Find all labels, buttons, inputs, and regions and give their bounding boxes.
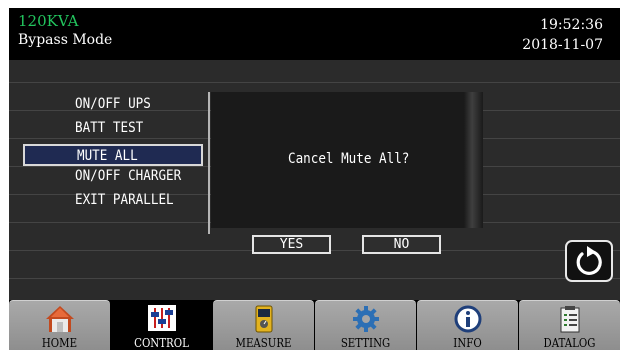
- menu-item-exit-parallel[interactable]: EXIT PARALLEL: [75, 192, 174, 208]
- tab-measure[interactable]: MEASURE: [213, 300, 314, 350]
- tab-setting-label: SETTING: [340, 336, 391, 350]
- menu-item-onoff-charger[interactable]: ON/OFF CHARGER: [75, 168, 181, 184]
- info-icon: [454, 305, 481, 333]
- yes-button[interactable]: YES: [252, 235, 331, 254]
- no-button[interactable]: NO: [362, 235, 441, 254]
- sliders-icon: [147, 305, 176, 331]
- control-panel: ON/OFF UPS BATT TEST MUTE ALL ON/OFF CHA…: [9, 60, 620, 300]
- model-label: 120KVA: [18, 12, 79, 30]
- menu-item-mute-all[interactable]: MUTE ALL: [23, 144, 203, 166]
- mode-label: Bypass Mode: [18, 32, 113, 48]
- tab-setting[interactable]: SETTING: [315, 300, 416, 350]
- refresh-back-icon: [576, 246, 602, 275]
- tab-measure-label: MEASURE: [235, 336, 292, 350]
- tab-control-label: CONTROL: [134, 336, 189, 350]
- clipboard-log-icon: [560, 306, 579, 333]
- grid-line: [9, 278, 620, 279]
- meter-icon: [255, 305, 272, 333]
- tab-info[interactable]: INFO: [417, 300, 518, 350]
- menu-item-label: MUTE ALL: [77, 148, 138, 164]
- ups-screen: 120KVA Bypass Mode 19:52:36 2018-11-07 O…: [9, 8, 620, 350]
- tab-info-label: INFO: [453, 336, 482, 350]
- menu-divider: [208, 92, 210, 234]
- clock-time: 19:52:36: [540, 17, 603, 33]
- tab-datalog[interactable]: DATALOG: [519, 300, 620, 350]
- grid-line: [9, 82, 620, 83]
- tab-control[interactable]: CONTROL: [111, 300, 212, 350]
- dialog-message: Cancel Mute All?: [288, 151, 410, 167]
- confirm-dialog: Cancel Mute All?: [211, 92, 483, 228]
- menu-item-onoff-ups[interactable]: ON/OFF UPS: [75, 96, 151, 112]
- bottom-nav: HOME CONTROL MEASURE SETTING INFO DATALO…: [9, 300, 620, 350]
- home-icon: [45, 306, 74, 332]
- tab-home-label: HOME: [41, 336, 78, 350]
- clock-date: 2018-11-07: [522, 37, 603, 53]
- tab-home[interactable]: HOME: [9, 300, 110, 350]
- status-header: 120KVA Bypass Mode 19:52:36 2018-11-07: [9, 8, 620, 60]
- gear-icon: [352, 306, 379, 332]
- tab-datalog-label: DATALOG: [543, 336, 596, 350]
- back-button[interactable]: [565, 240, 613, 282]
- menu-item-batt-test[interactable]: BATT TEST: [75, 120, 143, 136]
